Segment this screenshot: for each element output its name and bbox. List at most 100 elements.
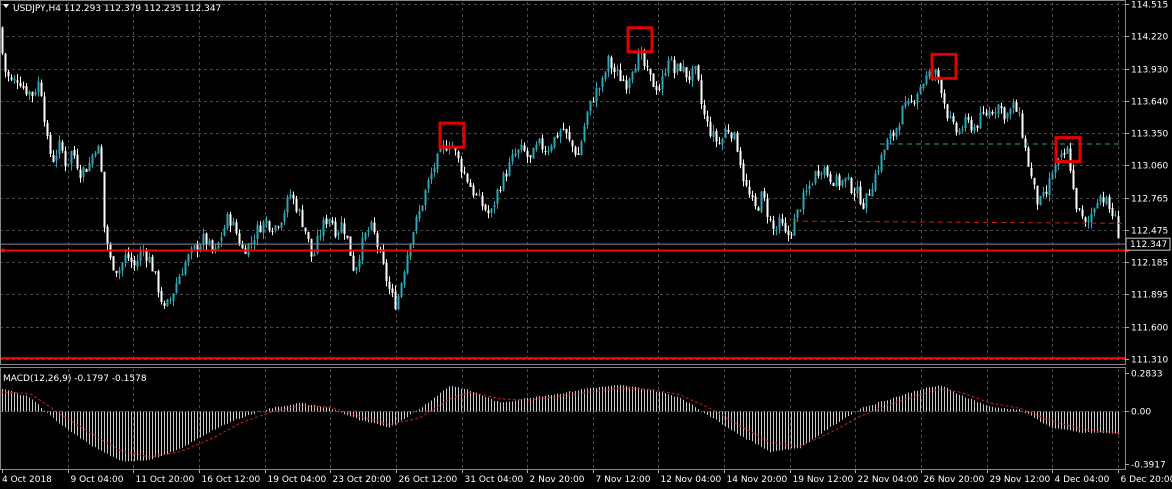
candle-down bbox=[43, 96, 46, 123]
candle-up bbox=[805, 190, 808, 193]
candle-up bbox=[601, 78, 604, 88]
candle-up bbox=[964, 116, 967, 128]
price-tick-label: 113.350 bbox=[1131, 130, 1168, 140]
candle-up bbox=[289, 194, 292, 198]
candle-up bbox=[406, 254, 409, 274]
candle-up bbox=[223, 227, 226, 236]
candle-down bbox=[346, 235, 349, 239]
candle-up bbox=[502, 173, 505, 191]
candle-down bbox=[838, 175, 841, 186]
symbol-header: USDJPY,H4 112.293 112.379 112.235 112.34… bbox=[13, 4, 221, 14]
candle-down bbox=[1021, 113, 1024, 138]
candle-up bbox=[796, 209, 799, 218]
candle-up bbox=[286, 197, 289, 213]
candle-up bbox=[433, 167, 436, 173]
candle-up bbox=[631, 72, 634, 80]
candle-up bbox=[802, 192, 805, 210]
candle-down bbox=[523, 145, 526, 151]
candle-up bbox=[319, 235, 322, 237]
candle-up bbox=[139, 251, 142, 261]
candle-up bbox=[313, 254, 316, 256]
candle-down bbox=[826, 166, 829, 176]
macd-label: MACD(12,26,9) -0.1797 -0.1578 bbox=[3, 374, 147, 384]
candle-down bbox=[952, 115, 955, 122]
candle-up bbox=[919, 86, 922, 94]
chart-canvas[interactable]: 112.347 114.515 114.220 113.930 113.640 113.… bbox=[0, 0, 1172, 489]
candle-up bbox=[847, 176, 850, 180]
candle-up bbox=[370, 221, 373, 230]
candle-down bbox=[1111, 208, 1114, 217]
candle-up bbox=[124, 254, 127, 263]
candle-down bbox=[334, 221, 337, 237]
candle-up bbox=[490, 208, 493, 213]
candle-down bbox=[727, 129, 730, 133]
candle-up bbox=[97, 145, 100, 154]
candle-down bbox=[991, 111, 994, 114]
candle-down bbox=[862, 203, 865, 209]
candle-down bbox=[742, 163, 745, 182]
candle-up bbox=[424, 190, 427, 206]
level-anchor-left bbox=[1, 248, 5, 253]
candle-down bbox=[706, 115, 709, 122]
candle-down bbox=[499, 190, 502, 192]
candle-up bbox=[280, 222, 283, 228]
candle-down bbox=[154, 271, 157, 273]
candle-up bbox=[412, 232, 415, 244]
time-tick-label: 29 Nov 12:00 bbox=[990, 475, 1051, 485]
candle-up bbox=[418, 210, 421, 219]
candle-down bbox=[85, 169, 88, 172]
candle-down bbox=[1078, 208, 1081, 210]
candle-down bbox=[103, 171, 106, 228]
candle-down bbox=[1045, 191, 1048, 194]
candle-down bbox=[163, 302, 166, 307]
candle-up bbox=[34, 92, 37, 95]
candle-down bbox=[574, 146, 577, 155]
candle-down bbox=[16, 80, 19, 83]
candle-down bbox=[757, 207, 760, 211]
candle-down bbox=[211, 240, 214, 251]
candle-down bbox=[892, 132, 895, 137]
candle-down bbox=[529, 155, 532, 158]
candle-down bbox=[571, 140, 574, 147]
candle-down bbox=[658, 88, 661, 90]
candle-down bbox=[46, 122, 49, 137]
candle-down bbox=[292, 194, 295, 199]
candle-down bbox=[22, 86, 25, 88]
candle-down bbox=[295, 198, 298, 212]
candle-down bbox=[592, 101, 595, 103]
candle-down bbox=[709, 121, 712, 136]
candle-down bbox=[625, 80, 628, 90]
candle-up bbox=[1096, 202, 1099, 209]
candle-up bbox=[169, 299, 172, 301]
candle-up bbox=[886, 139, 889, 150]
candle-down bbox=[304, 227, 307, 232]
candle-up bbox=[808, 185, 811, 190]
candle-up bbox=[415, 217, 418, 231]
candle-up bbox=[724, 128, 727, 139]
candle-down bbox=[40, 82, 43, 97]
time-tick-label: 7 Nov 12:00 bbox=[596, 475, 651, 485]
price-tick-label: 112.475 bbox=[1131, 227, 1168, 237]
candle-down bbox=[229, 214, 232, 226]
candle-down bbox=[4, 53, 7, 72]
price-tick-label: 113.060 bbox=[1131, 162, 1168, 172]
candle-up bbox=[1042, 191, 1045, 197]
price-tick-label: 112.765 bbox=[1131, 195, 1168, 205]
candle-down bbox=[484, 204, 487, 211]
candle-up bbox=[670, 58, 673, 61]
candle-up bbox=[1039, 195, 1042, 206]
candle-down bbox=[967, 117, 970, 120]
candle-up bbox=[436, 153, 439, 170]
candle-up bbox=[916, 93, 919, 104]
candle-up bbox=[691, 68, 694, 82]
candle-down bbox=[568, 132, 571, 140]
candle-down bbox=[715, 131, 718, 142]
candle-down bbox=[307, 231, 310, 240]
candle-down bbox=[133, 260, 136, 266]
candle-up bbox=[340, 221, 343, 233]
candle-down bbox=[769, 218, 772, 220]
candle-up bbox=[208, 240, 211, 245]
time-tick-label: 31 Oct 04:00 bbox=[465, 475, 524, 485]
candle-up bbox=[1105, 197, 1108, 205]
candle-down bbox=[526, 150, 529, 157]
